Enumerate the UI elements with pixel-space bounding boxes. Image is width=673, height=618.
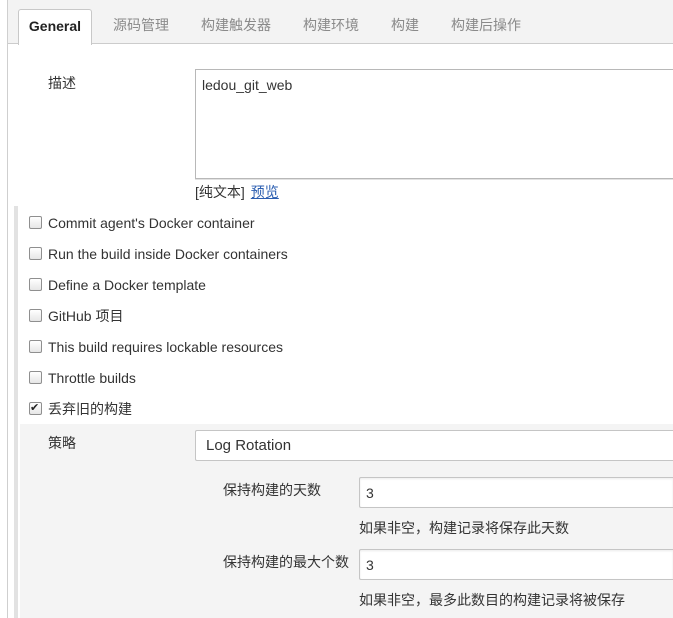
tab-general[interactable]: General	[18, 9, 92, 45]
commit-agent-docker-container-label[interactable]: Commit agent's Docker container	[48, 214, 255, 232]
checkbox-wrapper: ✔	[29, 278, 42, 291]
checkbox-wrapper: ✔	[29, 247, 42, 260]
days-to-keep-help: 如果非空，构建记录将保存此天数	[359, 520, 569, 536]
run-build-inside-docker-label[interactable]: Run the build inside Docker containers	[48, 245, 288, 263]
preview-link[interactable]: 预览	[251, 184, 279, 200]
discard-old-builds-label[interactable]: 丢弃旧的构建	[48, 400, 132, 418]
tab-build[interactable]: 构建	[375, 9, 435, 44]
tab-bar: General 源码管理 构建触发器 构建环境 构建 构建后操作	[8, 0, 673, 45]
option-discard-old-builds: ✔ 丢弃旧的构建	[0, 400, 673, 418]
strategy-label: 策略	[48, 435, 76, 451]
days-to-keep-label: 保持构建的天数	[223, 482, 321, 498]
description-label: 描述	[48, 75, 76, 91]
checkbox-wrapper: ✔	[29, 216, 42, 229]
tab-build-environment[interactable]: 构建环境	[287, 9, 375, 44]
description-format-bar: [纯文本] 预览	[195, 183, 279, 201]
define-docker-template-label[interactable]: Define a Docker template	[48, 276, 206, 294]
lockable-resources-checkbox[interactable]	[29, 340, 42, 353]
checkbox-wrapper: ✔	[29, 340, 42, 353]
lockable-resources-label[interactable]: This build requires lockable resources	[48, 338, 283, 356]
github-project-label[interactable]: GitHub 项目	[48, 307, 123, 325]
max-builds-input[interactable]	[359, 549, 673, 580]
days-to-keep-input[interactable]	[359, 477, 673, 508]
checkbox-wrapper: ✔	[29, 371, 42, 384]
throttle-builds-label[interactable]: Throttle builds	[48, 369, 136, 387]
github-project-checkbox[interactable]	[29, 309, 42, 322]
option-define-docker-template: ✔ Define a Docker template	[0, 276, 673, 294]
description-textarea[interactable]: ledou_git_web	[195, 69, 673, 179]
define-docker-template-checkbox[interactable]	[29, 278, 42, 291]
discard-old-builds-checkbox[interactable]	[29, 402, 42, 415]
strategy-select[interactable]: Log Rotation	[195, 430, 673, 461]
throttle-builds-checkbox[interactable]	[29, 371, 42, 384]
option-throttle-builds: ✔ Throttle builds	[0, 369, 673, 387]
max-builds-label: 保持构建的最大个数	[223, 554, 349, 570]
option-run-build-inside-docker: ✔ Run the build inside Docker containers	[0, 245, 673, 263]
max-builds-help: 如果非空，最多此数目的构建记录将被保存	[359, 592, 625, 608]
tab-source-code-management[interactable]: 源码管理	[97, 9, 185, 44]
option-commit-agent-docker-container: ✔ Commit agent's Docker container	[0, 214, 673, 232]
format-plain-text: [纯文本]	[195, 184, 245, 200]
checkbox-wrapper: ✔	[29, 309, 42, 322]
commit-agent-docker-container-checkbox[interactable]	[29, 216, 42, 229]
tab-post-build-actions[interactable]: 构建后操作	[435, 9, 537, 44]
checkbox-wrapper: ✔	[29, 401, 42, 415]
option-lockable-resources: ✔ This build requires lockable resources	[0, 338, 673, 356]
run-build-inside-docker-checkbox[interactable]	[29, 247, 42, 260]
option-github-project: ✔ GitHub 项目	[0, 307, 673, 325]
tab-build-triggers[interactable]: 构建触发器	[185, 9, 287, 44]
